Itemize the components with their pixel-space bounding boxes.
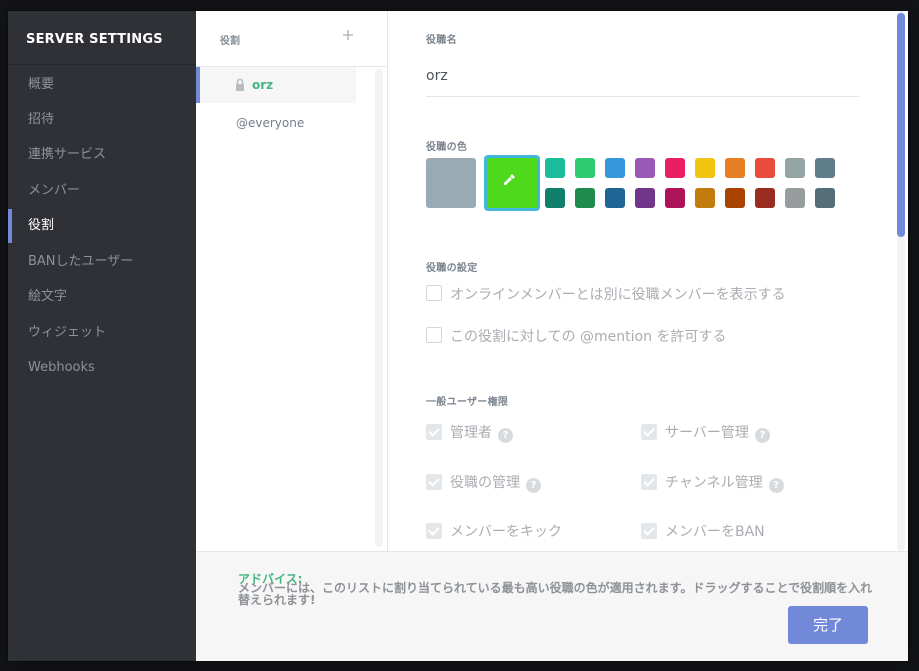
help-icon[interactable]: ? [498,428,513,443]
checkbox-checked[interactable] [641,474,657,490]
color-swatch[interactable] [755,158,775,178]
separate-display-checkbox[interactable]: オンラインメンバーとは別に役職メンバーを表示する [426,285,786,305]
help-icon[interactable]: ? [754,428,770,443]
roles-header: 役割 [220,36,240,47]
plus-icon [343,30,353,40]
server-settings-modal: SERVER SETTINGS 概要 招待 連携サービス メンバー 役割 BAN… [8,11,908,661]
checkbox-checked[interactable] [426,474,442,490]
color-swatch[interactable] [635,188,655,208]
color-swatch[interactable] [665,188,685,208]
checkbox[interactable] [426,327,442,343]
role-item-orz[interactable]: orz [196,67,356,103]
color-swatch[interactable] [695,188,715,208]
checkbox-label: オンラインメンバーとは別に役職メンバーを表示する [450,287,786,303]
role-name-label: 役職名 [426,35,457,46]
roles-scrollbar[interactable] [375,69,383,547]
checkbox-checked[interactable] [641,523,657,539]
sidebar-item-webhooks[interactable]: Webhooks [8,351,196,385]
add-role-button[interactable] [342,26,354,46]
perm-ban-members[interactable]: メンバーをBAN [641,522,765,542]
sidebar-item-widget[interactable]: ウィジェット [8,316,196,350]
color-swatch[interactable] [815,188,835,208]
perm-label: メンバーをキック [450,524,562,540]
color-swatch[interactable] [725,158,745,178]
sidebar-item-roles[interactable]: 役割 [8,209,196,243]
perm-manage-channels[interactable]: チャンネル管理? [641,473,784,493]
editor-scrollbar-thumb[interactable] [897,13,905,237]
role-name: @everyone [236,116,305,130]
perm-label: メンバーをBAN [665,524,765,540]
perm-manage-roles[interactable]: 役職の管理? [426,473,541,493]
color-swatch[interactable] [575,188,595,208]
perm-label: サーバー管理 [665,425,749,441]
checkbox-checked[interactable] [426,424,442,440]
role-name: orz [252,78,274,92]
done-button[interactable]: 完了 [788,606,868,644]
checkbox[interactable] [426,285,442,301]
perm-manage-server[interactable]: サーバー管理? [641,423,770,443]
color-swatch[interactable] [545,188,565,208]
help-icon[interactable]: ? [526,478,541,493]
role-name-underline [426,96,859,97]
sidebar-item-bans[interactable]: BANしたユーザー [8,245,196,279]
sidebar-item-overview[interactable]: 概要 [8,68,196,102]
perm-label: 管理者 [450,425,492,441]
sidebar-item-emoji[interactable]: 絵文字 [8,280,196,314]
perm-label: 役職の管理 [450,475,520,491]
color-swatch[interactable] [725,188,745,208]
color-swatch[interactable] [605,158,625,178]
checkbox-checked[interactable] [641,424,657,440]
sidebar-title: SERVER SETTINGS [26,32,163,47]
settings-sidebar: SERVER SETTINGS 概要 招待 連携サービス メンバー 役割 BAN… [8,11,196,661]
sidebar-item-invites[interactable]: 招待 [8,103,196,137]
allow-mention-checkbox[interactable]: この役割に対しての @mention を許可する [426,327,726,347]
sidebar-item-integrations[interactable]: 連携サービス [8,138,196,172]
sidebar-item-members[interactable]: メンバー [8,174,196,208]
role-editor: 役職名 orz 役職の色 役職の設定 オンラインメンバーとは別に役職メンバーを表… [388,11,908,551]
roles-list-panel: 役割 orz @everyone [196,11,388,551]
color-swatch[interactable] [785,188,805,208]
color-swatch[interactable] [575,158,595,178]
general-permissions-label: 一般ユーザー権限 [426,397,509,408]
checkbox-label: この役割に対しての @mention を許可する [450,329,727,345]
color-swatch[interactable] [815,158,835,178]
perm-kick-members[interactable]: メンバーをキック [426,522,562,542]
sidebar-divider [8,64,196,65]
tip-text: メンバーには、このリストに割り当てられている最も高い役職の色が適用されます。ドラ… [238,581,873,607]
role-color-label: 役職の色 [426,142,468,153]
color-swatch[interactable] [665,158,685,178]
color-swatch[interactable] [605,188,625,208]
role-item-everyone[interactable]: @everyone [196,105,352,141]
color-swatch[interactable] [785,158,805,178]
perm-label: チャンネル管理 [665,475,763,491]
color-swatch[interactable] [695,158,715,178]
color-swatch[interactable] [755,188,775,208]
color-swatch[interactable] [545,158,565,178]
perm-administrator[interactable]: 管理者? [426,423,513,443]
default-color-swatch[interactable] [426,158,476,208]
help-icon[interactable]: ? [768,478,784,493]
eyedropper-icon [504,174,515,185]
role-settings-label: 役職の設定 [426,263,478,274]
settings-footer: アドバイス: メンバーには、このリストに割り当てられている最も高い役職の色が適用… [196,551,908,661]
custom-color-swatch[interactable] [484,155,540,211]
role-name-input[interactable]: orz [426,68,448,84]
lock-icon [236,78,244,91]
checkbox-checked[interactable] [426,523,442,539]
color-swatch[interactable] [635,158,655,178]
